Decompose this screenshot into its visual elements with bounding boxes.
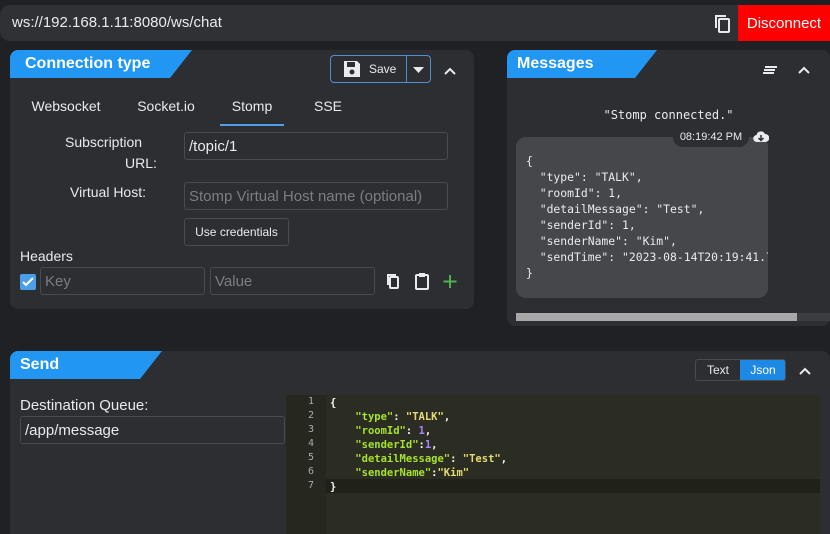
headers-label: Headers xyxy=(20,248,73,264)
header-value-input[interactable]: Value xyxy=(210,267,375,295)
collapse-connection-chevron-up-icon[interactable] xyxy=(440,61,460,81)
save-icon xyxy=(344,61,360,77)
collapse-messages-chevron-up-icon[interactable] xyxy=(794,60,814,80)
header-key-input[interactable]: Key xyxy=(40,267,205,295)
destination-queue-input[interactable]: /app/message xyxy=(20,416,285,444)
paste-header-icon[interactable] xyxy=(414,272,430,295)
download-cloud-icon[interactable] xyxy=(753,130,770,149)
subscription-label-line1: Subscription xyxy=(65,134,143,150)
send-panel-title: Send xyxy=(10,351,162,379)
url-bar: ws://192.168.1.11:8080/ws/chat Disconnec… xyxy=(0,5,830,41)
disconnect-button[interactable]: Disconnect xyxy=(738,5,830,41)
send-panel: Send Text Json Destination Queue: /app/m… xyxy=(10,351,830,534)
save-dropdown-button[interactable] xyxy=(407,56,430,82)
websocket-url[interactable]: ws://192.168.1.11:8080/ws/chat xyxy=(12,14,222,31)
json-editor[interactable]: 1 2 3 4 5 6 7 { "type": "TALK", "roomId": 1, "… xyxy=(286,395,820,534)
format-toggle: Text Json xyxy=(695,359,786,381)
header-enabled-checkbox[interactable] xyxy=(20,274,36,290)
line-number: 5 xyxy=(307,452,314,463)
collapse-send-chevron-up-icon[interactable] xyxy=(795,361,815,381)
messages-panel-title: Messages xyxy=(507,50,657,78)
format-json-option[interactable]: Json xyxy=(740,360,785,380)
editor-gutter: 1 2 3 4 5 6 7 xyxy=(286,395,326,534)
virtual-host-input[interactable]: Stomp Virtual Host name (optional) xyxy=(184,182,448,210)
tab-socketio[interactable]: Socket.io xyxy=(125,98,207,126)
save-button-group: Save xyxy=(330,55,431,83)
line-number: 2 xyxy=(307,410,314,421)
line-number: 4 xyxy=(307,438,314,449)
copy-header-icon[interactable] xyxy=(385,272,401,295)
clear-messages-icon[interactable] xyxy=(761,61,779,84)
editor-code: { "type": "TALK", "roomId": 1, "senderId… xyxy=(330,397,508,493)
check-icon xyxy=(22,277,34,287)
message-body: { "type": "TALK", "roomId": 1, "detailMe… xyxy=(526,154,768,280)
tab-websocket[interactable]: Websocket xyxy=(25,98,107,126)
connection-panel: Connection type Save Websocket Socket.io… xyxy=(10,50,474,309)
message-bubble[interactable]: { "type": "TALK", "roomId": 1, "detailMe… xyxy=(516,137,768,298)
destination-queue-label: Destination Queue: xyxy=(20,397,149,414)
virtual-host-label: Virtual Host: xyxy=(70,184,146,200)
messages-panel: Messages "Stomp connected." { "type": "T… xyxy=(507,50,830,326)
use-credentials-button[interactable]: Use credentials xyxy=(184,218,289,246)
line-number: 1 xyxy=(307,396,314,407)
scrollbar-thumb[interactable] xyxy=(516,313,797,321)
line-number: 7 xyxy=(307,480,314,491)
line-number: 3 xyxy=(307,424,314,435)
line-number: 6 xyxy=(307,466,314,477)
messages-horizontal-scrollbar[interactable] xyxy=(516,313,830,321)
message-timestamp: 08:19:42 PM xyxy=(673,127,749,147)
system-message: "Stomp connected." xyxy=(603,108,734,122)
format-text-option[interactable]: Text xyxy=(696,360,740,380)
copy-icon[interactable] xyxy=(710,11,736,37)
subscription-label-line2: URL: xyxy=(125,155,157,171)
caret-down-icon xyxy=(413,67,424,73)
tab-sse[interactable]: SSE xyxy=(302,98,354,126)
tab-stomp[interactable]: Stomp xyxy=(220,98,284,126)
save-label: Save xyxy=(369,62,397,76)
save-button[interactable]: Save xyxy=(331,56,406,82)
connection-panel-title: Connection type xyxy=(10,50,192,78)
subscription-url-input[interactable]: /topic/1 xyxy=(184,132,448,160)
add-header-icon[interactable] xyxy=(442,272,458,295)
